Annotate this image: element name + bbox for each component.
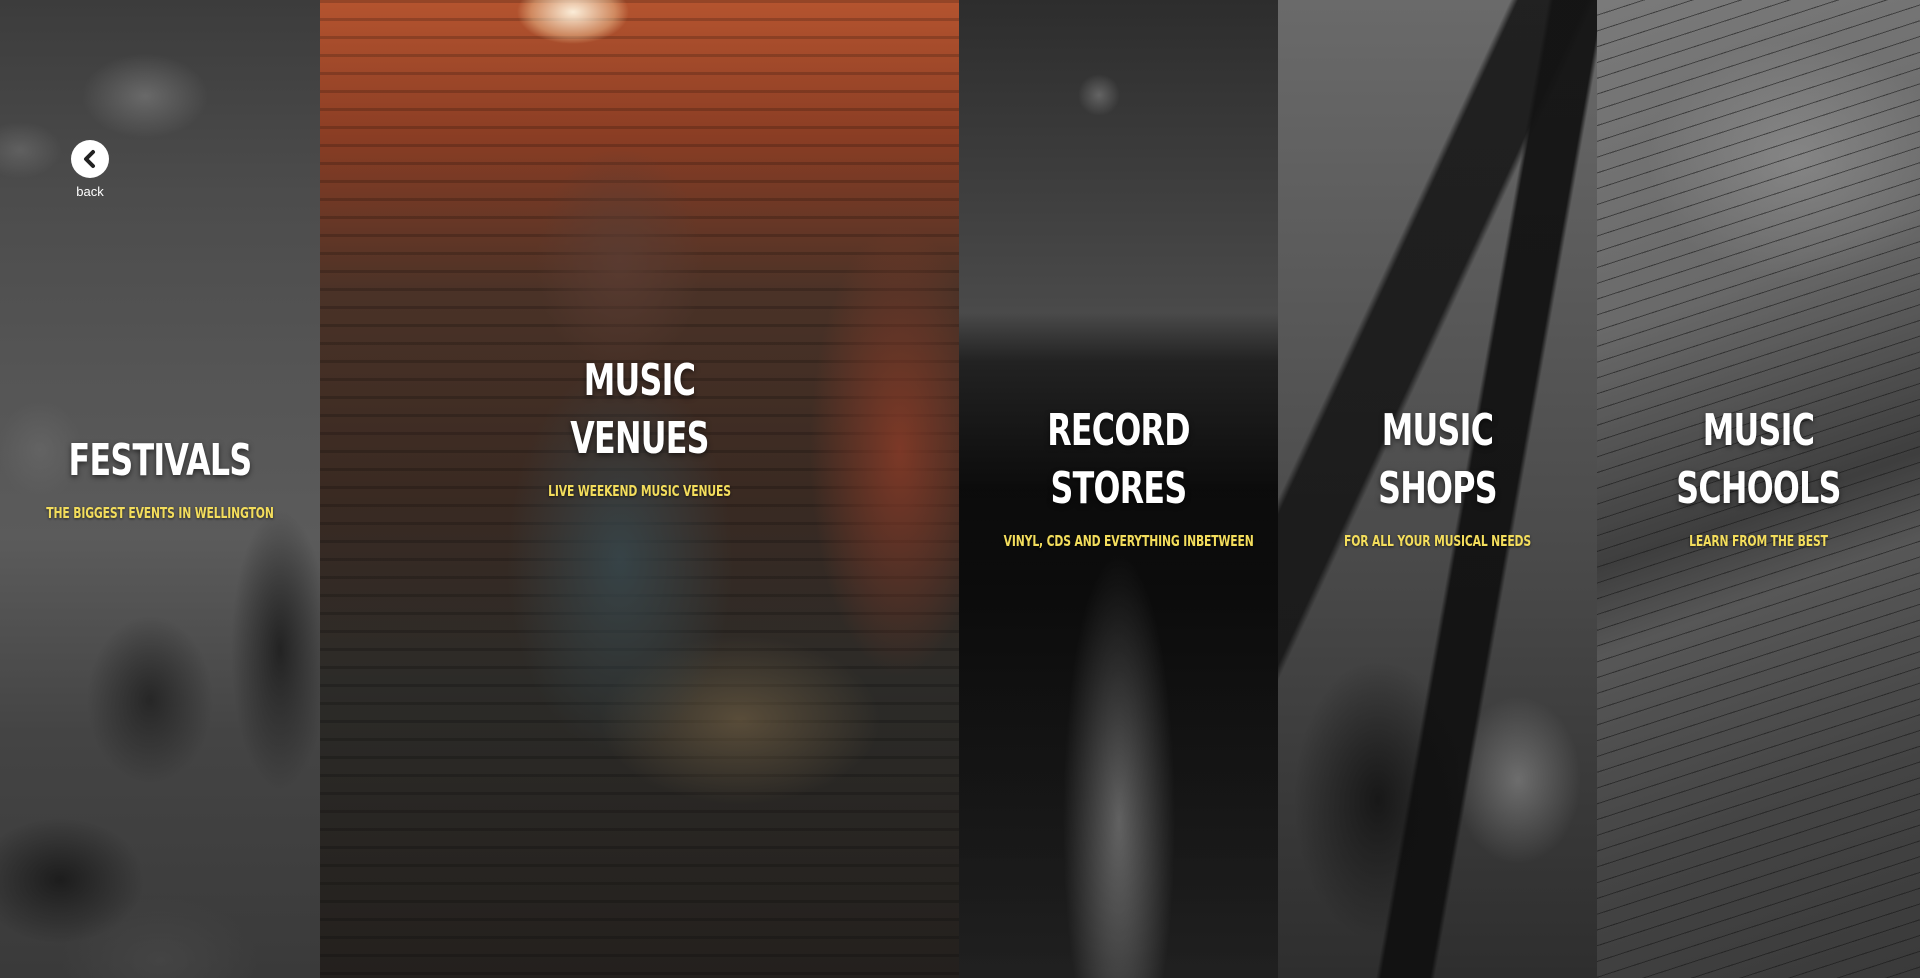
category-panels: FESTIVALS THE BIGGEST EVENTS IN WELLINGT…	[0, 0, 1920, 978]
record-stores-title-line-2: STORES	[1050, 463, 1188, 514]
panel-record-stores[interactable]: RECORD STORES VINYL, CDS AND EVERYTHING …	[959, 0, 1278, 978]
record-stores-title-line-1: RECORD	[1047, 405, 1190, 456]
record-stores-title: RECORD STORES	[1004, 402, 1234, 518]
music-shops-title-line-1: MUSIC	[1381, 405, 1494, 456]
music-schools-subtitle: LEARN FROM THE BEST	[1689, 532, 1828, 550]
music-shops-subtitle: FOR ALL YOUR MUSICAL NEEDS	[1343, 532, 1532, 550]
record-stores-subtitle: VINYL, CDS AND EVERYTHING INBETWEEN	[1003, 532, 1254, 550]
festivals-title: FESTIVALS	[45, 432, 275, 490]
festivals-title-line-1: FESTIVALS	[68, 435, 253, 486]
music-venues-title-line-1: MUSIC	[583, 355, 696, 406]
panel-music-schools[interactable]: MUSIC SCHOOLS LEARN FROM THE BEST	[1597, 0, 1920, 978]
record-stores-caption: RECORD STORES VINYL, CDS AND EVERYTHING …	[959, 402, 1278, 550]
chevron-left-icon[interactable]	[71, 140, 109, 178]
back-button[interactable]: back	[68, 140, 112, 199]
music-schools-title-line-1: MUSIC	[1702, 405, 1815, 456]
panel-festivals[interactable]: FESTIVALS THE BIGGEST EVENTS IN WELLINGT…	[0, 0, 320, 978]
music-shops-title: MUSIC SHOPS	[1323, 402, 1553, 518]
panel-music-venues[interactable]: MUSIC VENUES LIVE WEEKEND MUSIC VENUES	[320, 0, 959, 978]
music-venues-caption: MUSIC VENUES LIVE WEEKEND MUSIC VENUES	[320, 352, 959, 500]
music-venues-title: MUSIC VENUES	[409, 352, 869, 468]
back-label[interactable]: back	[68, 184, 112, 199]
music-shops-caption: MUSIC SHOPS FOR ALL YOUR MUSICAL NEEDS	[1278, 402, 1597, 550]
festivals-subtitle: THE BIGGEST EVENTS IN WELLINGTON	[46, 504, 274, 522]
music-schools-title-line-2: SCHOOLS	[1676, 463, 1841, 514]
festivals-caption: FESTIVALS THE BIGGEST EVENTS IN WELLINGT…	[0, 432, 320, 522]
music-venues-subtitle: LIVE WEEKEND MUSIC VENUES	[548, 482, 731, 500]
music-schools-title: MUSIC SCHOOLS	[1642, 402, 1875, 518]
music-shops-title-line-2: SHOPS	[1378, 463, 1497, 514]
music-venues-title-line-2: VENUES	[570, 413, 709, 464]
panel-music-shops[interactable]: MUSIC SHOPS FOR ALL YOUR MUSICAL NEEDS	[1278, 0, 1597, 978]
music-schools-caption: MUSIC SCHOOLS LEARN FROM THE BEST	[1597, 402, 1920, 550]
